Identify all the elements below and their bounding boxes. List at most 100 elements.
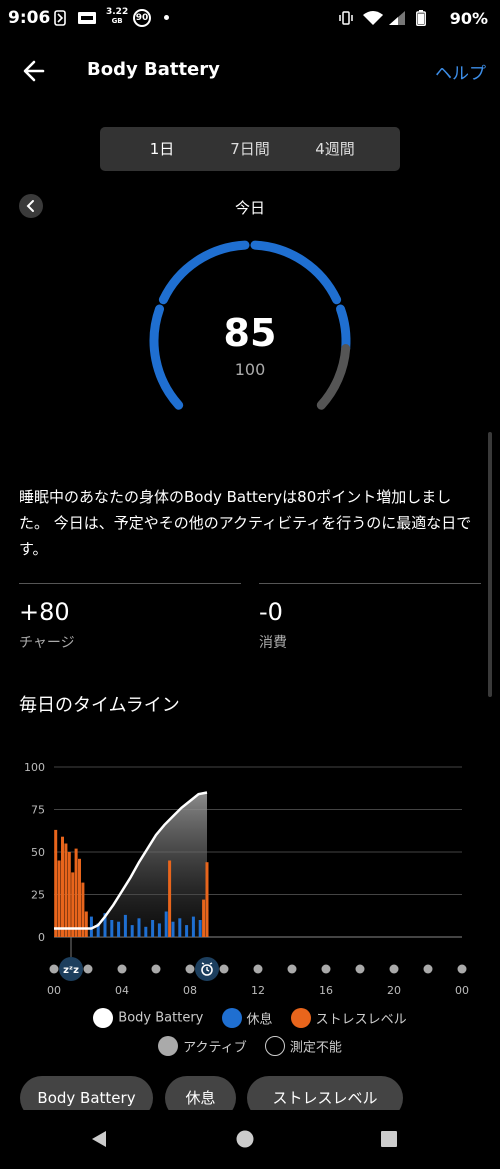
date-label: 今日 [234, 199, 265, 217]
gauge-segment-filled [250, 240, 342, 305]
y-tick-label: 100 [24, 761, 45, 774]
legend-swatch [93, 1008, 114, 1028]
rest-bar [185, 925, 189, 937]
app-bar: Body Battery ヘルプ [0, 48, 500, 92]
stress-bar [202, 899, 206, 937]
rest-bar [171, 921, 175, 937]
legend-unmeasurable: 測定不能 [264, 1036, 342, 1056]
timeline-dot [287, 964, 297, 974]
y-tick-label: 25 [31, 889, 45, 902]
previous-day-button[interactable] [19, 194, 43, 218]
gauge-segment-filled [158, 240, 250, 305]
timeline-dot [355, 964, 365, 974]
timeline-dot [423, 964, 433, 974]
stress-bar [84, 911, 88, 937]
x-tick-label: 12 [251, 984, 265, 997]
x-tick-label: 04 [115, 984, 129, 997]
tab-1-day[interactable]: 1日 [112, 127, 212, 171]
legend-stress: ストレスレベル [290, 1008, 407, 1028]
wifi-icon [363, 11, 383, 25]
legend-swatch [264, 1036, 285, 1056]
nav-recents-icon[interactable] [380, 1130, 398, 1148]
stress-bar [61, 836, 64, 937]
drain-value: -0 [259, 598, 283, 626]
daily-timeline-chart: 1007550250 00 04 08 12 16 20 00zᶻz [24, 761, 469, 997]
rest-bar [157, 923, 161, 937]
timeline-dot [83, 964, 93, 974]
badge-90: 90 [133, 9, 151, 27]
vibrate-icon [339, 11, 353, 25]
timeline-dot [219, 964, 229, 974]
status-time: 9:06 [8, 8, 51, 28]
legend-active: アクティブ [158, 1036, 247, 1056]
legend-swatch [221, 1008, 242, 1028]
timeline-title: 毎日のタイムライン [19, 695, 180, 716]
rest-bar [144, 926, 148, 937]
nfc-icon [54, 10, 66, 26]
y-tick-label: 0 [38, 931, 45, 944]
x-tick-label: 00 [47, 984, 61, 997]
timeline-dot [49, 964, 59, 974]
rest-bar [117, 921, 121, 937]
legend-swatch [158, 1036, 179, 1056]
help-link[interactable]: ヘルプ [435, 59, 486, 84]
tab-4-weeks[interactable]: 4週間 [285, 127, 385, 171]
sim-card-icon [78, 12, 96, 24]
system-nav-bar [0, 1115, 500, 1169]
stress-bar [64, 843, 68, 937]
legend-body-battery: Body Battery [93, 1008, 203, 1028]
x-tick-label: 00 [455, 984, 469, 997]
drain-label: 消費 [259, 635, 287, 651]
stress-bar [57, 860, 61, 937]
rest-bar [178, 918, 182, 937]
chevron-left-icon [26, 200, 34, 212]
rest-bar [198, 920, 202, 937]
rest-bar [130, 925, 134, 937]
date-row: 今日 [0, 190, 500, 224]
rest-bar [191, 916, 195, 937]
divider [259, 583, 481, 584]
timeline-dot [321, 964, 331, 974]
y-tick-label: 75 [31, 804, 45, 817]
timeline-dot [117, 964, 127, 974]
x-tick-label: 16 [319, 984, 333, 997]
battery-icon [416, 10, 426, 26]
signal-icon [389, 11, 405, 25]
timeline-dot [389, 964, 399, 974]
timeline-dot [457, 964, 467, 974]
timeline-dot [185, 964, 195, 974]
summary-text: 睡眠中のあなたの身体のBody Batteryは80ポイント増加しました。 今日… [19, 488, 472, 558]
stress-bar [74, 848, 78, 937]
sleep-icon-glyph: zᶻz [63, 965, 79, 976]
scrollbar[interactable] [488, 432, 492, 697]
status-bar: 9:06 3.22 GB 90 90% [0, 0, 500, 36]
back-button[interactable] [18, 54, 52, 88]
stress-bar [67, 852, 71, 937]
legend-rest: 休息 [221, 1008, 273, 1028]
nav-back-icon[interactable] [89, 1129, 109, 1149]
charge-value: +80 [19, 598, 70, 626]
rest-bar [123, 914, 127, 937]
rest-bar [110, 920, 114, 937]
x-tick-label: 08 [183, 984, 197, 997]
stress-bar [205, 862, 209, 937]
body-battery-value: 85 [223, 311, 277, 355]
legend-row-1: Body Battery 休息 ストレスレベル [0, 1008, 500, 1032]
stress-bar [168, 860, 172, 937]
charge-label: チャージ [19, 635, 75, 651]
stress-bar [78, 858, 81, 937]
legend-swatch [290, 1008, 311, 1028]
y-tick-label: 50 [31, 846, 45, 859]
divider [19, 583, 241, 584]
battery-percent: 90% [449, 9, 488, 28]
timeline-dot [253, 964, 263, 974]
data-speed: 3.22 GB [106, 7, 129, 26]
timeline-dot [151, 964, 161, 974]
rest-bar [164, 911, 168, 937]
page-title: Body Battery [87, 59, 220, 80]
arrow-left-icon [23, 60, 45, 82]
range-selector: 1日 7日間 4週間 [100, 127, 400, 171]
nav-home-icon[interactable] [235, 1129, 255, 1149]
notification-dot [164, 15, 169, 20]
body-battery-max: 100 [234, 360, 266, 379]
